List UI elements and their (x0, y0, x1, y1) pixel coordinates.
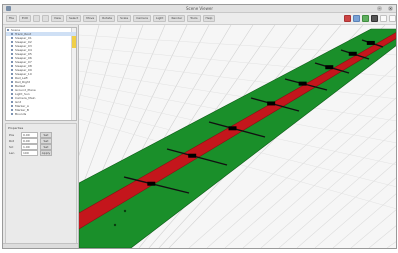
property-label: Pos (9, 133, 15, 137)
move-toolbar-button[interactable]: Move (83, 15, 98, 22)
node-icon (11, 69, 13, 71)
camera-toolbar-button[interactable]: Camera (133, 15, 151, 22)
grid-line (260, 129, 396, 248)
green-tool-icon[interactable] (362, 15, 369, 22)
node-icon (11, 61, 13, 63)
property-apply-button[interactable]: Apply (40, 150, 52, 156)
rail-clip (228, 126, 237, 131)
rotate-toolbar-button[interactable]: Rotate (99, 15, 116, 22)
tree-item[interactable]: Bounds (6, 112, 76, 116)
scene-tree: Scene Track_Root Sleeper_01 Sleeper_02 Sleep… (5, 27, 77, 121)
grid-line (350, 209, 396, 248)
scale-toolbar-button[interactable]: Scale (117, 15, 132, 22)
marker-point (123, 209, 127, 213)
node-icon (11, 49, 13, 51)
dark-tool-icon[interactable] (371, 15, 378, 22)
light-toolbar-button[interactable]: Light (152, 15, 167, 22)
node-icon (11, 93, 13, 95)
property-label: Scl (9, 145, 14, 149)
scene-canvas[interactable] (79, 25, 396, 248)
rail-clip (298, 81, 307, 86)
property-row: Len 100 Apply (6, 150, 76, 156)
app-window: Scene Viewer – × File Edit View Select Move R… (2, 4, 397, 249)
node-icon (11, 97, 13, 99)
rail-clip (147, 181, 156, 186)
node-icon (11, 109, 13, 111)
white-tool-icon[interactable] (389, 15, 396, 22)
node-icon (11, 53, 13, 55)
status-bar (3, 243, 78, 248)
node-icon (11, 113, 13, 115)
rail-clip (188, 153, 197, 158)
render-toolbar-button[interactable]: Render (168, 15, 186, 22)
file-toolbar-button[interactable]: File (6, 15, 18, 22)
node-icon (11, 45, 13, 47)
rail-clip (366, 40, 375, 45)
properties-panel: Properties Pos 0.00 Set Rot 0.00 Set Scl 1.00 Se… (5, 123, 77, 245)
rail-clip (348, 51, 357, 56)
property-label: Len (9, 151, 15, 155)
node-icon (11, 37, 13, 39)
node-icon (11, 65, 13, 67)
tree-item-label: Bounds (15, 112, 27, 116)
select-toolbar-button[interactable]: Select (65, 15, 82, 22)
white-tool-icon[interactable] (380, 15, 387, 22)
help-toolbar-button[interactable]: Help (202, 15, 216, 22)
close-button[interactable]: × (388, 6, 393, 11)
window-title: Scene Viewer (185, 6, 214, 11)
property-label: Rot (9, 139, 14, 143)
node-icon (11, 73, 13, 75)
grid-line (332, 193, 396, 248)
node-icon (11, 81, 13, 83)
node-icon (11, 57, 13, 59)
node-icon (11, 105, 13, 107)
node-icon (11, 77, 13, 79)
minimize-button[interactable]: – (377, 6, 382, 11)
red-tool-icon[interactable] (344, 15, 351, 22)
rail-clip (325, 65, 334, 70)
node-icon (11, 85, 13, 87)
node-icon (11, 33, 13, 35)
node-icon (11, 89, 13, 91)
blue-tool-icon[interactable] (353, 15, 360, 22)
marker-point (113, 223, 117, 227)
node-icon (11, 41, 13, 43)
main-toolbar: File Edit View Select Move Rotate Scale Camera L… (3, 13, 396, 25)
grid-line (314, 177, 396, 248)
left-panel: Scene Track_Root Sleeper_01 Sleeper_02 Sleep… (3, 25, 79, 248)
grid-line (278, 145, 396, 248)
tools-toolbar-button[interactable]: Tools (187, 15, 201, 22)
edit-toolbar-button[interactable]: Edit (19, 15, 31, 22)
node-icon (11, 101, 13, 103)
node-icon (7, 29, 9, 31)
property-input[interactable]: 100 (21, 150, 38, 156)
view-toolbar-button[interactable]: View (50, 15, 64, 22)
redo-toolbar-button[interactable] (41, 15, 49, 22)
track-strip (79, 32, 396, 229)
undo-toolbar-button[interactable] (32, 15, 40, 22)
title-bar: Scene Viewer – × (3, 5, 396, 13)
3d-viewport[interactable] (79, 25, 396, 248)
properties-header: Properties (8, 126, 24, 130)
grid-line (386, 241, 396, 248)
rail-clip (267, 101, 276, 106)
